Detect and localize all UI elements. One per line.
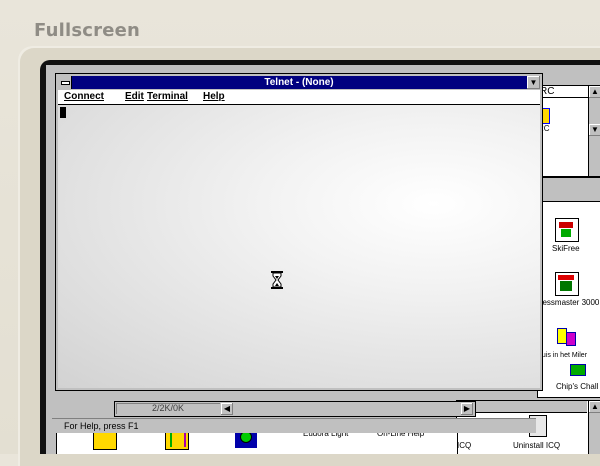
hourglass-icon bbox=[271, 271, 283, 289]
huis-icon[interactable] bbox=[555, 326, 577, 348]
games-group-window: SkiFree hessmaster 3000 huis in het Mile… bbox=[537, 201, 600, 398]
monitor-screen: RC ▲ ▼ RC SkiFree hessmaster 3000 huis i… bbox=[40, 60, 600, 454]
scroll-left-arrow-icon[interactable]: ◀ bbox=[221, 403, 233, 415]
menu-edit[interactable]: Edit bbox=[125, 91, 144, 102]
scroll-right-arrow-icon[interactable]: ▶ bbox=[461, 403, 473, 415]
file-status: 2/2K/0K bbox=[116, 403, 220, 414]
icq-group-title bbox=[457, 401, 587, 413]
scroll-up-arrow-icon[interactable]: ▲ bbox=[589, 401, 600, 413]
menu-help[interactable]: Help bbox=[203, 91, 225, 102]
icq-scrollbar[interactable]: ▲ bbox=[588, 401, 600, 454]
game-label: huis in het Miler bbox=[538, 352, 588, 359]
status-text: For Help, press F1 bbox=[64, 421, 139, 431]
menu-connect[interactable]: Connect bbox=[64, 91, 104, 102]
group-title: RC bbox=[538, 86, 588, 98]
telnet-window: Telnet - (None) ▼ Connect Edit Terminal … bbox=[55, 73, 543, 391]
menu-terminal[interactable]: Terminal bbox=[147, 91, 188, 102]
skifree-icon[interactable] bbox=[555, 218, 579, 242]
text-cursor bbox=[60, 107, 66, 118]
icq-label: ICQ bbox=[457, 441, 472, 450]
scroll-up-arrow-icon[interactable]: ▲ bbox=[589, 86, 600, 98]
group-scrollbar[interactable]: ▲ ▼ bbox=[588, 86, 600, 176]
group-title-strip bbox=[537, 177, 600, 203]
status-bar: For Help, press F1 bbox=[52, 418, 536, 433]
chips-challenge-icon[interactable] bbox=[568, 362, 588, 378]
uninstall-icq-label: Uninstall ICQ bbox=[513, 441, 561, 450]
scroll-down-arrow-icon[interactable]: ▼ bbox=[589, 124, 600, 136]
system-menu-icon[interactable] bbox=[58, 76, 72, 89]
game-label: SkiFree bbox=[552, 244, 580, 253]
chessmaster-icon[interactable] bbox=[555, 272, 579, 296]
page-title: Fullscreen bbox=[34, 20, 141, 41]
background-scroll-strip: 2/2K/0K ◀ ▶ bbox=[114, 401, 476, 417]
windows-desktop: RC ▲ ▼ RC SkiFree hessmaster 3000 huis i… bbox=[46, 65, 600, 454]
window-title: Telnet - (None) bbox=[58, 76, 540, 89]
terminal-area[interactable] bbox=[58, 105, 540, 388]
game-label: hessmaster 3000 bbox=[538, 298, 600, 307]
game-label: Chip's Chall bbox=[556, 382, 599, 391]
menu-bar: Connect Edit Terminal Help bbox=[58, 90, 540, 105]
minimize-button[interactable]: ▼ bbox=[527, 76, 540, 89]
group-window-top: RC ▲ ▼ RC bbox=[537, 85, 600, 177]
